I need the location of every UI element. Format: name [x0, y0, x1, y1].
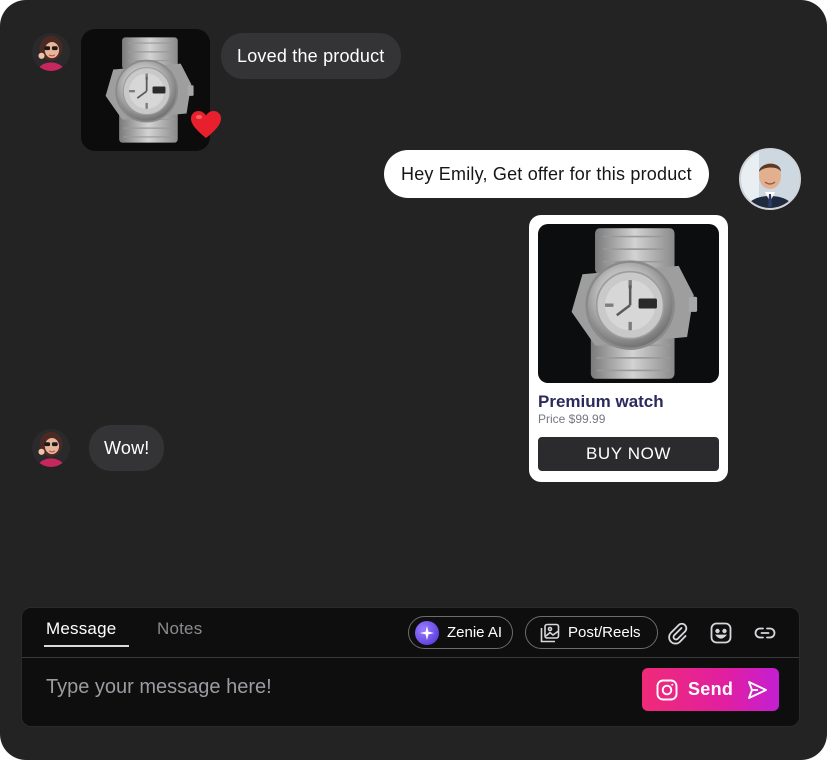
product-title: Premium watch	[538, 392, 664, 411]
active-tab-indicator	[44, 645, 129, 647]
incoming-message: Loved the product	[221, 33, 401, 79]
instagram-icon	[655, 678, 679, 702]
post-reels-button[interactable]: Post/Reels	[525, 616, 658, 649]
message-text: Wow!	[104, 437, 150, 458]
customer-avatar[interactable]	[32, 429, 70, 467]
outgoing-message: Hey Emily, Get offer for this product	[384, 150, 709, 198]
zenie-ai-label: Zenie AI	[447, 624, 503, 641]
send-arrow-icon	[746, 679, 768, 701]
message-input[interactable]	[46, 676, 626, 699]
heart-icon	[190, 110, 222, 140]
buy-now-button[interactable]: BUY NOW	[538, 437, 719, 471]
product-image[interactable]	[538, 224, 719, 383]
customer-avatar[interactable]	[32, 33, 70, 71]
chat-window: Loved the product Hey Emily, Get offer f…	[0, 0, 827, 760]
product-card: Premium watch Price $99.99 BUY NOW	[529, 215, 728, 482]
send-button[interactable]: Send	[642, 668, 779, 711]
gallery-icon	[540, 623, 560, 643]
sparkle-icon	[415, 620, 439, 645]
tab-notes[interactable]: Notes	[157, 619, 202, 639]
composer-divider	[22, 657, 799, 658]
incoming-message: Wow!	[89, 425, 165, 471]
message-text: Hey Emily, Get offer for this product	[401, 163, 692, 184]
send-label: Send	[688, 679, 734, 699]
message-composer: Message Notes Zenie AI Post/Reels Type y…	[21, 607, 800, 727]
link-icon[interactable]	[753, 621, 777, 645]
tab-message[interactable]: Message	[46, 619, 116, 639]
paperclip-icon[interactable]	[666, 621, 690, 645]
post-reels-label: Post/Reels	[568, 624, 641, 641]
sticker-icon[interactable]	[709, 621, 733, 645]
product-price: Price $99.99	[538, 412, 606, 426]
agent-avatar[interactable]	[739, 148, 801, 210]
zenie-ai-button[interactable]: Zenie AI	[408, 616, 513, 649]
message-text: Loved the product	[237, 45, 385, 66]
